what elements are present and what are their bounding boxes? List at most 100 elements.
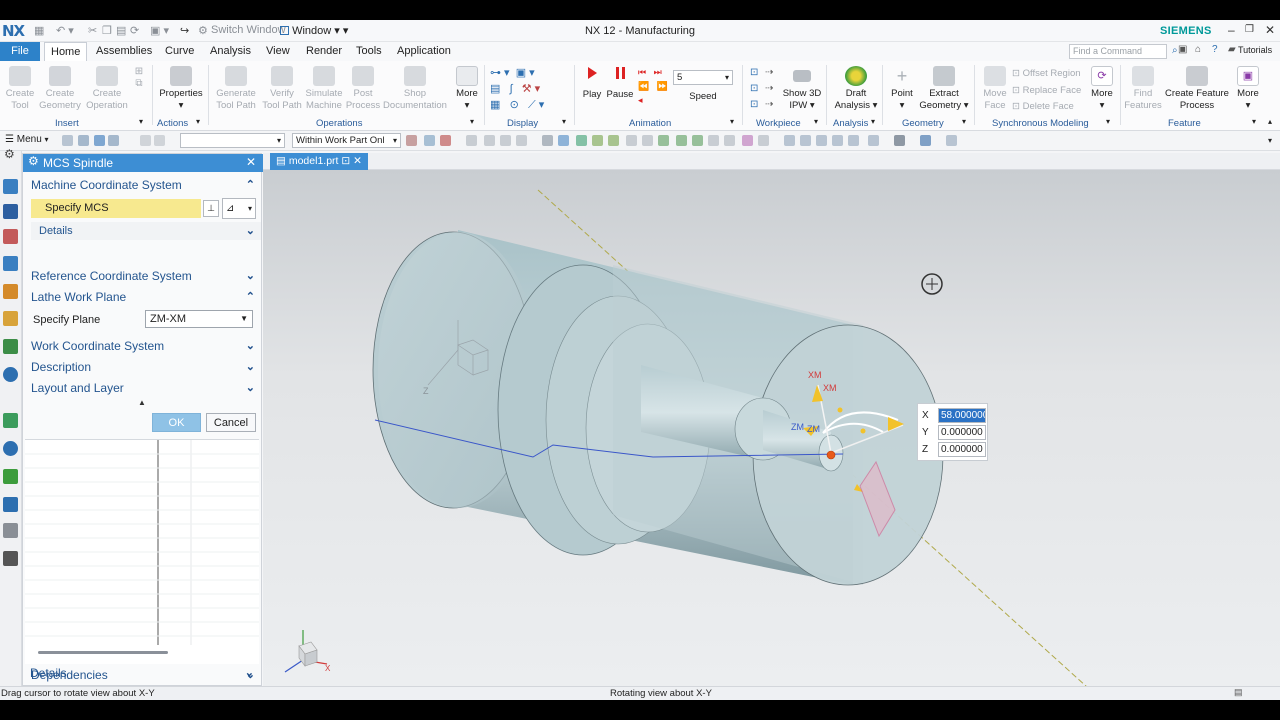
replace-face-button[interactable]: ⊡ Replace Face xyxy=(1012,83,1081,100)
web-browser-icon[interactable] xyxy=(3,339,18,354)
workpiece-check-icon[interactable]: ⊡ xyxy=(750,99,758,110)
draft-analysis-button[interactable]: Draft Analysis ▾ xyxy=(832,66,880,112)
tab-tools[interactable]: Tools xyxy=(350,42,388,61)
render-style-icon[interactable] xyxy=(868,135,879,146)
pause-button[interactable]: Pause xyxy=(606,67,634,101)
snap-circle-icon[interactable] xyxy=(658,135,669,146)
horizontal-scrollbar[interactable] xyxy=(38,651,168,654)
command-finder-icon[interactable]: ↪ xyxy=(180,24,189,37)
step-back-icon[interactable]: ⏮ xyxy=(638,67,646,77)
tab-application[interactable]: Application xyxy=(391,42,457,61)
edit-section-icon[interactable] xyxy=(946,135,957,146)
curve-rule-icon[interactable] xyxy=(466,135,477,146)
snap-bounded-icon[interactable] xyxy=(742,135,753,146)
cancel-button[interactable]: Cancel xyxy=(206,413,256,432)
snap-on-curve-icon[interactable] xyxy=(708,135,719,146)
simulate-machine-button[interactable]: Simulate Machine xyxy=(303,66,345,112)
stop-icon[interactable]: ◂ xyxy=(638,95,643,105)
z-coordinate-input[interactable]: 0.000000 xyxy=(938,442,986,457)
extract-geometry-button[interactable]: Extract Geometry ▾ xyxy=(918,66,970,112)
arrow-icon[interactable]: ⇢ xyxy=(765,99,773,110)
display-hammer-icon[interactable]: ⚒ ▾ xyxy=(522,83,540,95)
show-3d-ipw-button[interactable]: Show 3D IPW ▾ xyxy=(780,66,824,112)
perspective-icon[interactable] xyxy=(848,135,859,146)
ribbon-options-icon[interactable]: ▣ xyxy=(1178,44,1187,55)
specify-mcs-field[interactable]: Specify MCS xyxy=(31,199,201,218)
repeat-command-icon[interactable]: ⟳ xyxy=(130,24,139,37)
copy-icon[interactable]: ❐ xyxy=(102,24,112,37)
history-icon[interactable] xyxy=(3,367,18,382)
offset-region-button[interactable]: ⊡ Offset Region xyxy=(1012,66,1081,83)
navigator-icon[interactable] xyxy=(3,179,18,194)
workpiece-blank-icon[interactable]: ⊡ xyxy=(750,67,758,78)
display-filter-icon[interactable]: ⊶ ▾ xyxy=(490,67,510,79)
csys-type-select[interactable]: ⊿ ▾ xyxy=(222,198,256,219)
create-geometry-button[interactable]: Create Geometry xyxy=(38,66,82,112)
undo-icon[interactable]: ↶ ▾ xyxy=(56,24,74,37)
display-shade-icon[interactable]: ▤ xyxy=(490,83,500,95)
background-icon[interactable] xyxy=(920,135,931,146)
snap-angle-icon[interactable] xyxy=(626,135,637,146)
window-menu[interactable]: Window ▾ ▾ xyxy=(280,24,348,37)
display-section-icon[interactable]: ▣ ▾ xyxy=(516,67,535,79)
clock-icon[interactable] xyxy=(3,441,18,456)
select-body-icon[interactable] xyxy=(94,135,105,146)
tab-analysis[interactable]: Analysis xyxy=(204,42,257,61)
play-button[interactable]: Play xyxy=(580,67,604,101)
rectangle-select-icon[interactable] xyxy=(516,135,527,146)
snap-on-face-icon[interactable] xyxy=(724,135,735,146)
tab-curve[interactable]: Curve xyxy=(159,42,200,61)
fit-view-icon[interactable] xyxy=(784,135,795,146)
insert-group-chevron-icon[interactable]: ▾ xyxy=(139,117,143,126)
geometry-group-chevron-icon[interactable]: ▾ xyxy=(962,117,966,126)
selection-intent-icon[interactable] xyxy=(440,135,451,146)
switch-window-button[interactable]: Switch Window xyxy=(211,24,286,36)
search-icon[interactable]: ⌕ xyxy=(1172,45,1178,56)
undo-selection-icon[interactable] xyxy=(140,135,151,146)
minimize-button[interactable]: – xyxy=(1228,23,1235,37)
section-layout-and-layer[interactable]: Layout and Layer ⌄ xyxy=(23,378,261,398)
snap-point-icon[interactable] xyxy=(424,135,435,146)
find-features-button[interactable]: Find Features xyxy=(1124,66,1162,112)
step-forward-icon[interactable]: ⏭ xyxy=(654,67,662,77)
select-filter-icon[interactable] xyxy=(62,135,73,146)
media-icon[interactable] xyxy=(3,551,18,566)
menu-button[interactable]: ☰ Menu ▾ xyxy=(5,134,49,145)
part-navigator-icon[interactable] xyxy=(3,256,18,271)
hd3d-tools-icon[interactable] xyxy=(3,311,18,326)
ok-button[interactable]: OK xyxy=(152,413,201,432)
reuse-library-icon[interactable] xyxy=(3,284,18,299)
feature-group-chevron-icon[interactable]: ▾ xyxy=(1252,117,1256,126)
save-icon[interactable]: ▦ xyxy=(34,24,44,37)
rotate-icon[interactable] xyxy=(816,135,827,146)
animation-group-chevron-icon[interactable]: ▾ xyxy=(730,117,734,126)
graphics-viewport[interactable]: Z XM XM ZM ZM X X 58.000000 Y 0.000000 Z… xyxy=(263,170,1280,686)
move-face-button[interactable]: Move Face xyxy=(980,66,1010,112)
select-face-icon[interactable] xyxy=(108,135,119,146)
csys-dialog-icon[interactable]: ⊥ xyxy=(203,200,219,217)
delete-face-button[interactable]: ⊡ Delete Face xyxy=(1012,99,1081,116)
create-tool-button[interactable]: Create Tool xyxy=(2,66,38,112)
switch-window-icon[interactable]: ⚙ xyxy=(198,24,208,37)
assembly-navigator-icon[interactable] xyxy=(3,204,18,219)
snap-midpoint-icon[interactable] xyxy=(592,135,603,146)
dialog-settings-icon[interactable]: ⚙ xyxy=(28,154,39,168)
next-op-icon[interactable]: ⏩ xyxy=(657,81,668,91)
tab-assemblies[interactable]: Assemblies xyxy=(90,42,158,61)
snap-endpoint-icon[interactable] xyxy=(576,135,587,146)
constraint-navigator-icon[interactable] xyxy=(3,229,18,244)
section-machine-coordinate-system[interactable]: Machine Coordinate System ⌃ xyxy=(23,175,261,195)
subsection-details[interactable]: Details ⌄ xyxy=(31,222,261,240)
copy-object-icon[interactable]: ⊞ ⧉ xyxy=(132,66,146,90)
section-work-coordinate-system[interactable]: Work Coordinate System ⌄ xyxy=(23,336,261,356)
display-group-chevron-icon[interactable]: ▾ xyxy=(562,117,566,126)
body-rule-icon[interactable] xyxy=(500,135,511,146)
roles-icon[interactable] xyxy=(3,469,18,484)
touch-mode-icon[interactable]: ▣ ▾ xyxy=(150,24,169,37)
snap-existing-point-icon[interactable] xyxy=(692,135,703,146)
tab-render[interactable]: Render xyxy=(300,42,348,61)
selection-scope-select[interactable]: Within Work Part Onl ▾ xyxy=(292,133,401,148)
process-studio-icon[interactable] xyxy=(3,413,18,428)
zoom-icon[interactable] xyxy=(800,135,811,146)
more-sync-button[interactable]: ⟳ More ▾ xyxy=(1088,66,1116,112)
